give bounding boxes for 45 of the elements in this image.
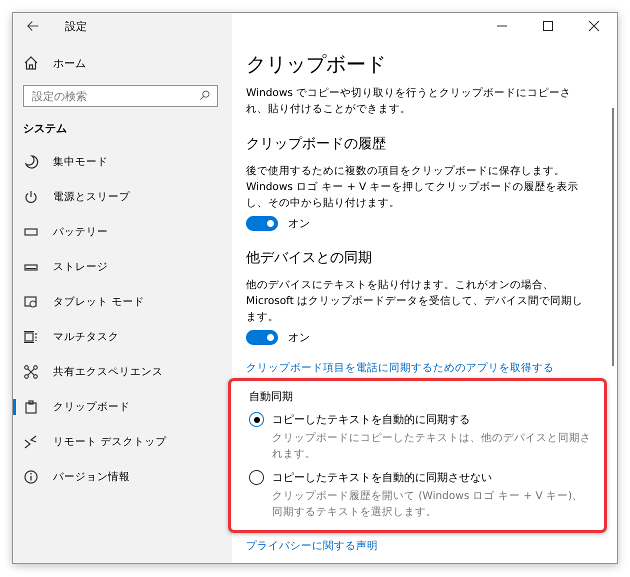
- option-description: クリップボード履歴を開いて (Windows ロゴ キー + V キー)、同期するテキストを選択します。: [272, 489, 584, 520]
- home-icon: [23, 55, 39, 71]
- power-icon: [23, 188, 39, 204]
- home-link[interactable]: ホーム: [53, 56, 86, 70]
- clipboard-icon: [23, 398, 39, 414]
- moon-icon: [23, 154, 39, 170]
- sidebar-item[interactable]: タブレット モード: [13, 284, 232, 319]
- share-icon: [23, 364, 39, 380]
- description-text: 他のデバイスにテキストを貼り付けます。これがオンの場合、Microsoft はクリップボードデータを受信して、デバイス間で同期します。: [246, 278, 584, 325]
- sidebar-item[interactable]: ストレージ: [13, 249, 232, 284]
- tablet-icon: [23, 294, 39, 310]
- intro-text: Windows でコピーや切り取りを行うとクリップボードにコピーされ、貼り付けることができます。: [246, 86, 572, 117]
- info-icon: [23, 468, 39, 484]
- sidebar-item[interactable]: バッテリー: [13, 214, 232, 249]
- scrollbar[interactable]: [612, 108, 614, 366]
- privacy-link[interactable]: プライバシーに関する声明: [246, 539, 617, 553]
- toggle-label: オン: [288, 330, 310, 345]
- sidebar-item[interactable]: 集中モード: [13, 144, 232, 179]
- sidebar-item[interactable]: バージョン情報: [13, 459, 232, 494]
- search-icon: [199, 90, 210, 101]
- toggle-switch[interactable]: [246, 216, 278, 231]
- sidebar-item[interactable]: クリップボード: [13, 389, 232, 424]
- multitask-icon: [23, 328, 39, 344]
- back-arrow-icon[interactable]: [27, 20, 39, 32]
- toggle-label: オン: [288, 216, 310, 231]
- section-heading: クリップボードの履歴: [246, 135, 387, 153]
- description-text: 後で使用するために複数の項目をクリップボードに保存します。Windows ロゴ キー + V キーを押してクリップボードの履歴を表示し、その中から貼り付けます。: [246, 164, 580, 211]
- option-label[interactable]: コピーしたテキストを自動的に同期させない: [272, 470, 492, 485]
- section-heading: システム: [22, 121, 68, 136]
- section-heading: 他デバイスとの同期: [246, 249, 373, 267]
- window-title: 設定: [65, 18, 87, 34]
- sidebar-item[interactable]: 共有エクスペリエンス: [13, 354, 232, 389]
- remote-desktop-icon: [23, 434, 39, 450]
- search-field[interactable]: 設定の検索: [23, 85, 218, 107]
- page-title: クリップボード: [246, 51, 387, 77]
- sidebar-item[interactable]: リモート デスクトップ: [13, 424, 232, 459]
- sidebar-item[interactable]: 電源とスリープ: [13, 179, 232, 214]
- option-label[interactable]: コピーしたテキストを自動的に同期する: [272, 412, 470, 427]
- app-link[interactable]: クリップボード項目を電話に同期するためのアプリを取得する: [246, 361, 617, 375]
- radio-button[interactable]: [249, 470, 264, 485]
- group-heading: 自動同期: [249, 389, 294, 404]
- radio-button[interactable]: [249, 412, 264, 427]
- sidebar-item[interactable]: マルチタスク: [13, 319, 232, 354]
- option-description: クリップボードにコピーしたテキストは、他のデバイスと同期されます。: [272, 431, 592, 462]
- toggle-switch[interactable]: [246, 330, 278, 345]
